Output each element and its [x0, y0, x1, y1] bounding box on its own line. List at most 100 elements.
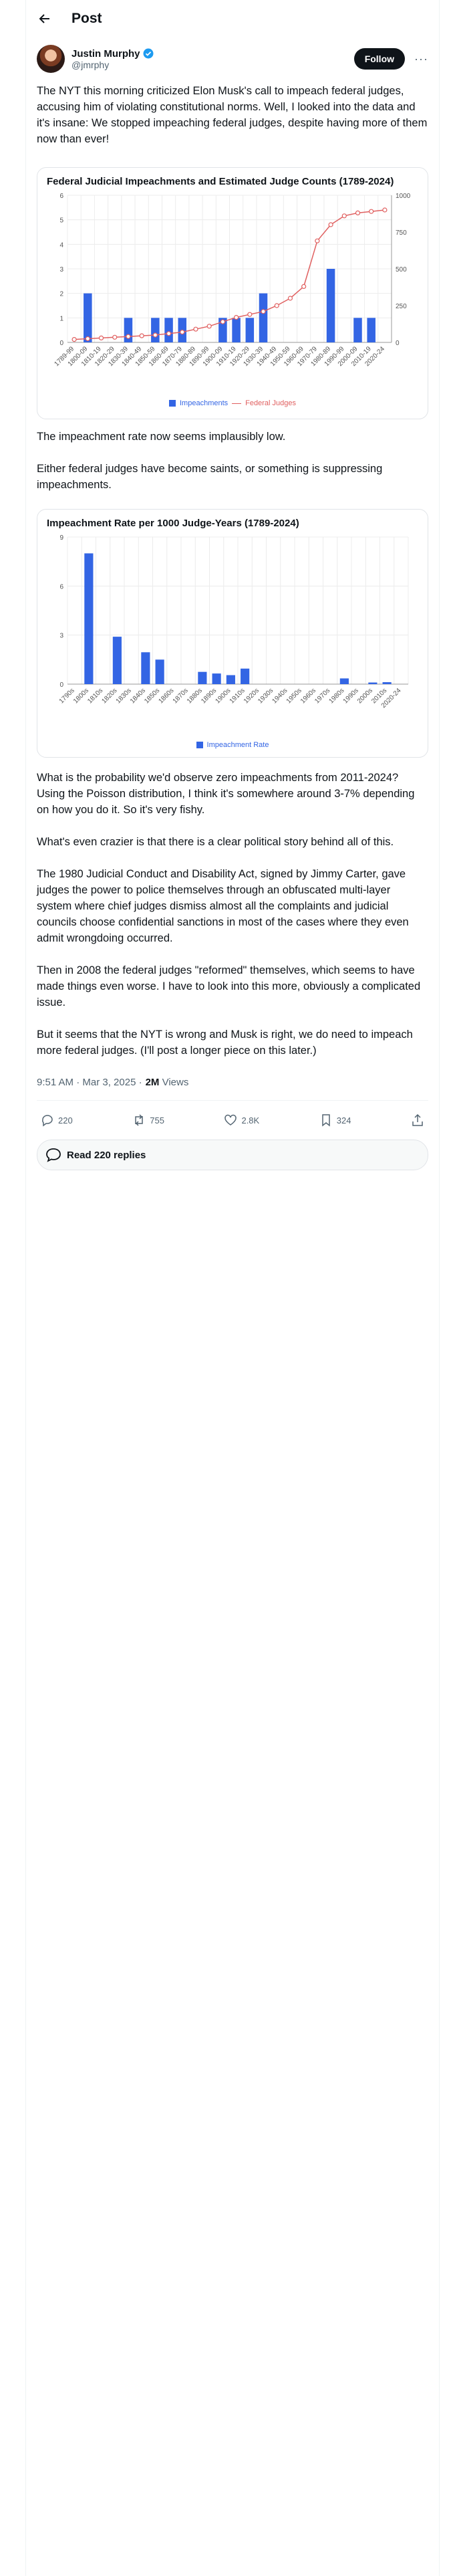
- x-tick-label: 1950s: [285, 687, 303, 705]
- y-tick-label: 6: [59, 583, 63, 591]
- x-tick-label: 1880s: [186, 687, 204, 705]
- legend-swatch-bar: [196, 742, 203, 748]
- chart-legend: Impeachment Rate: [37, 741, 428, 753]
- share-icon: [412, 1113, 423, 1126]
- bar: [368, 682, 378, 684]
- bar: [353, 318, 362, 342]
- author-row: Justin Murphy @jmrphy Follow ···: [26, 37, 439, 75]
- y-tick-label: 3: [59, 633, 63, 640]
- avatar[interactable]: [37, 45, 65, 73]
- x-tick-label: 1810s: [86, 687, 104, 705]
- x-tick-label: 1890s: [200, 687, 218, 705]
- x-tick-label: 1850s: [143, 687, 161, 705]
- repost-icon: [135, 1114, 143, 1126]
- top-bar: Post: [26, 0, 439, 37]
- x-tick-label: 1860s: [157, 687, 175, 705]
- y-right-tick-label: 750: [396, 229, 407, 237]
- y-tick-label: 9: [59, 534, 63, 542]
- y-tick-label: 6: [59, 193, 63, 200]
- line-point: [166, 331, 172, 336]
- line-point: [152, 332, 158, 338]
- author-name-row: Justin Murphy: [71, 48, 354, 60]
- bookmark-count: 324: [336, 1115, 351, 1125]
- speech-bubble-icon: [46, 1148, 61, 1162]
- post-paragraph: Then in 2008 the federal judges "reforme…: [37, 964, 421, 1008]
- x-tick-label: 1990s: [342, 687, 360, 705]
- line-point: [274, 303, 279, 308]
- chart-title: Federal Judicial Impeachments and Estima…: [47, 176, 394, 187]
- x-tick-label: 2000s: [356, 687, 374, 705]
- x-tick-label: 1840s: [129, 687, 147, 705]
- impeachment-rate-chart: 03691790s1800s1810s1820s1830s1840s1850s1…: [58, 534, 409, 710]
- follow-button[interactable]: Follow: [353, 48, 406, 70]
- bar: [155, 659, 164, 684]
- line-point: [315, 238, 320, 243]
- chart-card-rate: Impeachment Rate per 1000 Judge-Years (1…: [37, 509, 428, 758]
- post-text-body: What is the probability we'd observe zer…: [26, 770, 439, 1059]
- chart-legend: Impeachments Federal Judges: [37, 399, 428, 411]
- post-paragraph: The impeachment rate now seems implausib…: [37, 431, 286, 443]
- line-point: [220, 319, 225, 324]
- line-point: [369, 209, 374, 214]
- post-paragraph: The NYT this morning criticized Elon Mus…: [37, 85, 428, 145]
- x-tick-label: 1820s: [100, 687, 118, 705]
- bar: [259, 293, 268, 342]
- read-replies-button[interactable]: Read 220 replies: [37, 1140, 428, 1170]
- author-handle[interactable]: @jmrphy: [71, 60, 354, 70]
- impeachments-chart: 01234561789-991800-091810-191820-291830-…: [53, 193, 410, 368]
- bar: [245, 318, 255, 342]
- back-arrow-icon: [39, 14, 49, 23]
- author-name[interactable]: Justin Murphy: [71, 48, 140, 60]
- like-button[interactable]: 2.8K: [224, 1113, 259, 1127]
- reply-button[interactable]: 220: [41, 1113, 73, 1127]
- share-button[interactable]: [411, 1113, 424, 1127]
- post-paragraph: What is the probability we'd observe zer…: [37, 772, 415, 816]
- line-point: [341, 213, 347, 219]
- bar: [212, 673, 221, 684]
- y-tick-label: 3: [59, 266, 63, 274]
- bar: [226, 675, 235, 684]
- views-label: Views: [159, 1076, 189, 1088]
- legend-label: Impeachments: [180, 399, 229, 407]
- line-point: [193, 326, 198, 332]
- y-tick-label: 4: [59, 241, 63, 249]
- bar: [232, 318, 241, 342]
- bar: [112, 637, 122, 684]
- y-right-tick-label: 0: [396, 340, 400, 347]
- line-point: [328, 222, 333, 227]
- line-point: [126, 334, 131, 339]
- bar: [339, 678, 349, 684]
- bar: [84, 553, 94, 684]
- post-paragraph: What's even crazier is that there is a c…: [37, 836, 394, 848]
- bar: [326, 269, 335, 342]
- bar: [151, 318, 160, 342]
- repost-button[interactable]: 755: [132, 1113, 164, 1127]
- verified-badge-icon: [143, 48, 154, 59]
- bar: [198, 671, 207, 684]
- back-button[interactable]: [35, 9, 54, 28]
- views-count: 2M: [145, 1076, 160, 1088]
- y-right-tick-label: 500: [396, 266, 407, 274]
- author-names: Justin Murphy @jmrphy: [71, 48, 354, 70]
- line-point: [382, 207, 388, 213]
- timestamp[interactable]: 9:51 AM · Mar 3, 2025 ·: [37, 1077, 142, 1088]
- x-tick-label: 1920s: [243, 687, 261, 705]
- bar: [141, 652, 150, 684]
- more-icon[interactable]: ···: [414, 52, 428, 66]
- post-meta: 9:51 AM · Mar 3, 2025 · 2M Views: [26, 1072, 439, 1092]
- line-point: [112, 334, 118, 340]
- bookmark-button[interactable]: 324: [319, 1113, 351, 1127]
- legend-label: Federal Judges: [245, 399, 296, 407]
- line-point: [234, 315, 239, 320]
- line-point: [139, 333, 144, 338]
- legend-swatch-line: [232, 403, 242, 404]
- action-bar: 220 755 2.8K 324: [26, 1101, 439, 1140]
- line-point: [287, 296, 293, 301]
- x-tick-label: 1870s: [172, 687, 190, 705]
- x-tick-label: 1960s: [299, 687, 317, 705]
- post-paragraph: Either federal judges have become saints…: [37, 463, 383, 491]
- bookmark-icon: [322, 1114, 330, 1127]
- page-title: Post: [71, 11, 102, 26]
- y-right-tick-label: 250: [396, 303, 407, 310]
- line-point: [85, 336, 90, 342]
